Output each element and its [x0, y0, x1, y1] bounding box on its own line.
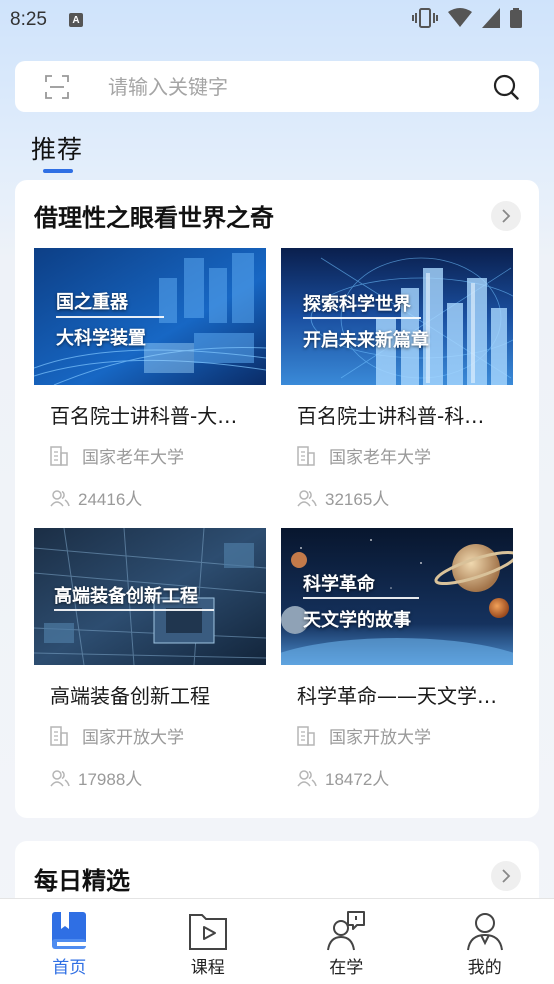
thumbnail-line-1: 高端装备创新工程	[54, 586, 198, 607]
course-title: 百名院士讲科普-大…	[50, 404, 238, 428]
book-icon	[52, 912, 87, 949]
course-card[interactable]: 高端装备创新工程 高端装备创新工程 国家开放大学 17988人	[34, 528, 266, 798]
tab-courses-label: 课程	[190, 958, 225, 978]
course-card[interactable]: 国之重器 大科学装置 百名院士讲科普-大… 国家老年大学 24416人	[34, 248, 266, 518]
vibrate-icon	[412, 8, 438, 28]
course-learners: 18472人	[297, 765, 389, 790]
tab-recommend-label: 推荐	[31, 135, 84, 164]
users-icon	[50, 769, 70, 786]
battery-icon	[510, 8, 522, 28]
tab-home-label: 首页	[52, 958, 87, 978]
thumbnail-line-1: 国之重器	[56, 292, 128, 313]
thumbnail-line-1: 探索科学世界	[303, 294, 411, 315]
status-time: 8:25	[10, 9, 47, 30]
tab-learning[interactable]: 在学	[277, 899, 416, 984]
course-card[interactable]: 科学革命 天文学的故事 科学革命——天文学… 国家开放大学 18472人	[281, 528, 513, 798]
featured-more-button[interactable]	[491, 201, 521, 231]
wifi-icon	[448, 8, 472, 27]
thumbnail-divider	[303, 317, 421, 319]
tab-mine-label: 我的	[467, 958, 502, 978]
signal-icon	[482, 8, 500, 28]
tab-home[interactable]: 首页	[0, 899, 139, 984]
thumbnail-divider	[56, 316, 164, 318]
course-thumbnail: 国之重器 大科学装置	[34, 248, 266, 385]
search-icon[interactable]	[493, 74, 519, 100]
course-learners: 32165人	[297, 485, 389, 510]
bottom-tab-bar: 首页 课程 在学 我的	[0, 898, 554, 984]
chevron-right-icon	[502, 869, 511, 883]
search-bar	[15, 61, 539, 112]
course-learners: 24416人	[50, 485, 142, 510]
thumbnail-divider	[303, 597, 419, 599]
course-org: 国家开放大学	[297, 723, 431, 748]
course-title: 百名院士讲科普-科…	[297, 404, 485, 428]
course-org: 国家老年大学	[297, 443, 431, 468]
course-thumbnail: 科学革命 天文学的故事	[281, 528, 513, 665]
course-learner-count: 17988人	[78, 770, 143, 789]
tab-mine[interactable]: 我的	[416, 899, 554, 984]
tab-courses[interactable]: 课程	[139, 899, 278, 984]
notification-icon: A	[68, 13, 83, 27]
status-bar: 8:25 A	[0, 0, 554, 40]
tab-active-indicator	[43, 169, 73, 173]
course-learner-count: 24416人	[78, 490, 143, 509]
thumbnail-line-2: 开启未来新篇章	[303, 330, 429, 351]
course-card[interactable]: 探索科学世界 开启未来新篇章 百名院士讲科普-科… 国家老年大学 32165人	[281, 248, 513, 518]
building-icon	[297, 445, 315, 466]
course-org-name: 国家开放大学	[82, 728, 184, 748]
thumbnail-line-1: 科学革命	[303, 574, 375, 595]
course-org: 国家开放大学	[50, 723, 184, 748]
course-title: 科学革命——天文学…	[297, 684, 497, 708]
building-icon	[50, 445, 68, 466]
building-icon	[297, 725, 315, 746]
course-thumbnail: 探索科学世界 开启未来新篇章	[281, 248, 513, 385]
play-folder-icon	[188, 914, 227, 950]
learner-chat-icon	[327, 911, 366, 951]
thumbnail-line-2: 天文学的故事	[303, 610, 411, 631]
course-org-name: 国家老年大学	[82, 448, 184, 468]
status-icons	[412, 8, 522, 28]
daily-section-title: 每日精选	[34, 867, 130, 895]
daily-more-button[interactable]	[491, 861, 521, 891]
thumbnail-divider	[54, 609, 214, 611]
featured-section: 借理性之眼看世界之奇 国之重器 大科学装置 百名院士讲科普-大… 国家老年大学 …	[15, 180, 539, 818]
course-learner-count: 32165人	[325, 490, 390, 509]
featured-section-title: 借理性之眼看世界之奇	[34, 204, 274, 232]
course-title: 高端装备创新工程	[50, 684, 210, 708]
users-icon	[50, 489, 70, 506]
chevron-right-icon	[502, 209, 511, 223]
course-learner-count: 18472人	[325, 770, 390, 789]
thumbnail-line-2: 大科学装置	[56, 328, 146, 349]
course-org-name: 国家老年大学	[329, 448, 431, 468]
tab-recommend[interactable]: 推荐	[31, 130, 84, 173]
users-icon	[297, 489, 317, 506]
scan-icon[interactable]	[45, 75, 69, 99]
user-profile-icon	[466, 913, 503, 951]
building-icon	[50, 725, 68, 746]
course-thumbnail: 高端装备创新工程	[34, 528, 266, 665]
course-org: 国家老年大学	[50, 443, 184, 468]
course-learners: 17988人	[50, 765, 142, 790]
course-org-name: 国家开放大学	[329, 728, 431, 748]
tab-learning-label: 在学	[329, 958, 364, 978]
users-icon	[297, 769, 317, 786]
search-input[interactable]	[108, 69, 468, 104]
